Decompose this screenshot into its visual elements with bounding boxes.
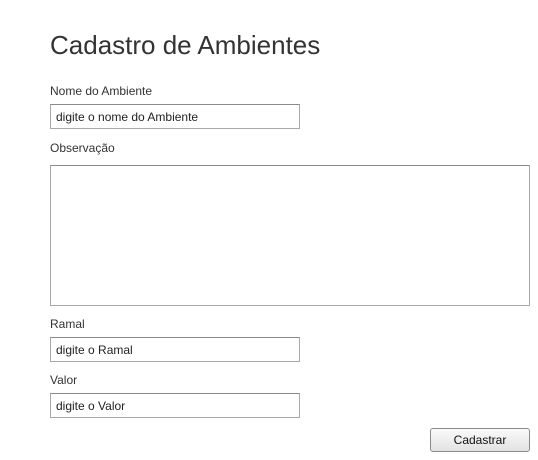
ramal-label: Ramal	[50, 317, 85, 331]
observacao-textarea[interactable]	[50, 165, 530, 306]
cadastrar-button[interactable]: Cadastrar	[430, 428, 530, 452]
observacao-label: Observação	[50, 141, 115, 155]
nome-ambiente-input[interactable]	[50, 104, 300, 129]
valor-label: Valor	[50, 373, 78, 387]
valor-input[interactable]	[50, 393, 300, 418]
ramal-input[interactable]	[50, 337, 300, 362]
page-title: Cadastro de Ambientes	[50, 30, 321, 60]
nome-ambiente-label: Nome do Ambiente	[50, 84, 153, 98]
